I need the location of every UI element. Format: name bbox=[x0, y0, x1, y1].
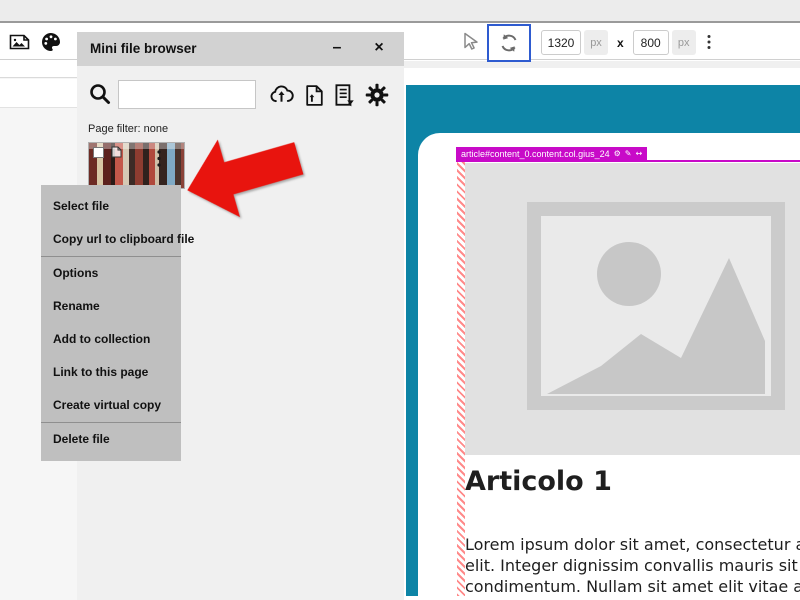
article-image-placeholder[interactable] bbox=[465, 163, 800, 455]
paragraph-line: Lorem ipsum dolor sit amet, consectetur … bbox=[465, 534, 800, 555]
page-filter-label: Page filter: none bbox=[88, 123, 168, 135]
toolbar-sub-band bbox=[404, 61, 800, 68]
palette-icon[interactable] bbox=[38, 29, 64, 55]
window-top-strip bbox=[0, 0, 800, 21]
gear-icon[interactable] bbox=[363, 81, 391, 109]
article-paragraph: Lorem ipsum dolor sit amet, consectetur … bbox=[465, 534, 800, 596]
paragraph-line: condimentum. Nullam sit amet elit vitae … bbox=[465, 576, 800, 596]
left-collapsed-row-2 bbox=[0, 79, 77, 108]
menu-item-create-virtual-copy[interactable]: Create virtual copy bbox=[41, 389, 181, 422]
refresh-icon bbox=[497, 31, 521, 55]
page-preview-area: article#content_0.content.col.gius_24 ⚙ … bbox=[406, 85, 800, 596]
menu-item-select-file[interactable]: Select file bbox=[41, 190, 181, 223]
panel-title-bar[interactable]: Mini file browser – × bbox=[77, 32, 404, 66]
cursor-tool-icon[interactable] bbox=[458, 29, 484, 55]
close-button[interactable]: × bbox=[368, 32, 390, 66]
menu-item-link-to-page[interactable]: Link to this page bbox=[41, 356, 181, 389]
selection-tag-label: article#content_0.content.col.gius_24 bbox=[461, 147, 610, 161]
refresh-button[interactable] bbox=[487, 24, 531, 62]
menu-item-add-to-collection[interactable]: Add to collection bbox=[41, 323, 181, 356]
menu-item-copy-url[interactable]: Copy url to clipboard file bbox=[41, 223, 181, 256]
document-filter-icon[interactable] bbox=[330, 81, 358, 109]
thumbnail-checkbox[interactable] bbox=[93, 147, 104, 158]
file-thumbnail[interactable] bbox=[88, 142, 185, 189]
thumbnail-menu-icon[interactable] bbox=[156, 149, 162, 169]
minimize-button[interactable]: – bbox=[326, 32, 348, 66]
search-input[interactable] bbox=[118, 80, 256, 109]
article-heading: Articolo 1 bbox=[465, 466, 612, 497]
thumbnail-copy-icon[interactable] bbox=[110, 145, 122, 158]
dimension-separator: x bbox=[617, 36, 624, 50]
selection-breadcrumb-tag[interactable]: article#content_0.content.col.gius_24 ⚙ … bbox=[456, 147, 647, 161]
cloud-upload-icon[interactable] bbox=[267, 81, 295, 109]
viewport-height-input[interactable] bbox=[633, 30, 669, 55]
selection-left-hatch bbox=[457, 162, 465, 596]
preview-margin bbox=[404, 68, 800, 85]
overflow-menu-icon[interactable] bbox=[698, 31, 720, 53]
file-context-menu: Select file Copy url to clipboard file O… bbox=[41, 185, 181, 461]
preview-page[interactable]: article#content_0.content.col.gius_24 ⚙ … bbox=[418, 133, 800, 596]
search-icon[interactable] bbox=[87, 81, 113, 107]
menu-item-delete-file[interactable]: Delete file bbox=[41, 423, 181, 456]
placeholder-image-icon bbox=[541, 216, 771, 396]
left-collapsed-row-1 bbox=[0, 61, 77, 78]
placeholder-frame bbox=[527, 202, 785, 410]
image-file-icon[interactable] bbox=[7, 29, 33, 55]
gear-icon[interactable]: ⚙ bbox=[614, 147, 621, 161]
resize-icon[interactable]: ↔ bbox=[635, 147, 642, 161]
selection-top-border bbox=[456, 160, 800, 162]
panel-title: Mini file browser bbox=[90, 32, 197, 66]
file-upload-icon[interactable] bbox=[300, 81, 328, 109]
viewport-width-input[interactable] bbox=[541, 30, 581, 55]
viewport-size-controls: px x px bbox=[541, 30, 696, 55]
menu-item-options[interactable]: Options bbox=[41, 257, 181, 290]
pencil-icon[interactable]: ✎ bbox=[625, 147, 632, 161]
menu-item-rename[interactable]: Rename bbox=[41, 290, 181, 323]
height-unit-label: px bbox=[672, 30, 696, 55]
paragraph-line: elit. Integer dignissim convallis mauris… bbox=[465, 555, 800, 576]
width-unit-label: px bbox=[584, 30, 608, 55]
